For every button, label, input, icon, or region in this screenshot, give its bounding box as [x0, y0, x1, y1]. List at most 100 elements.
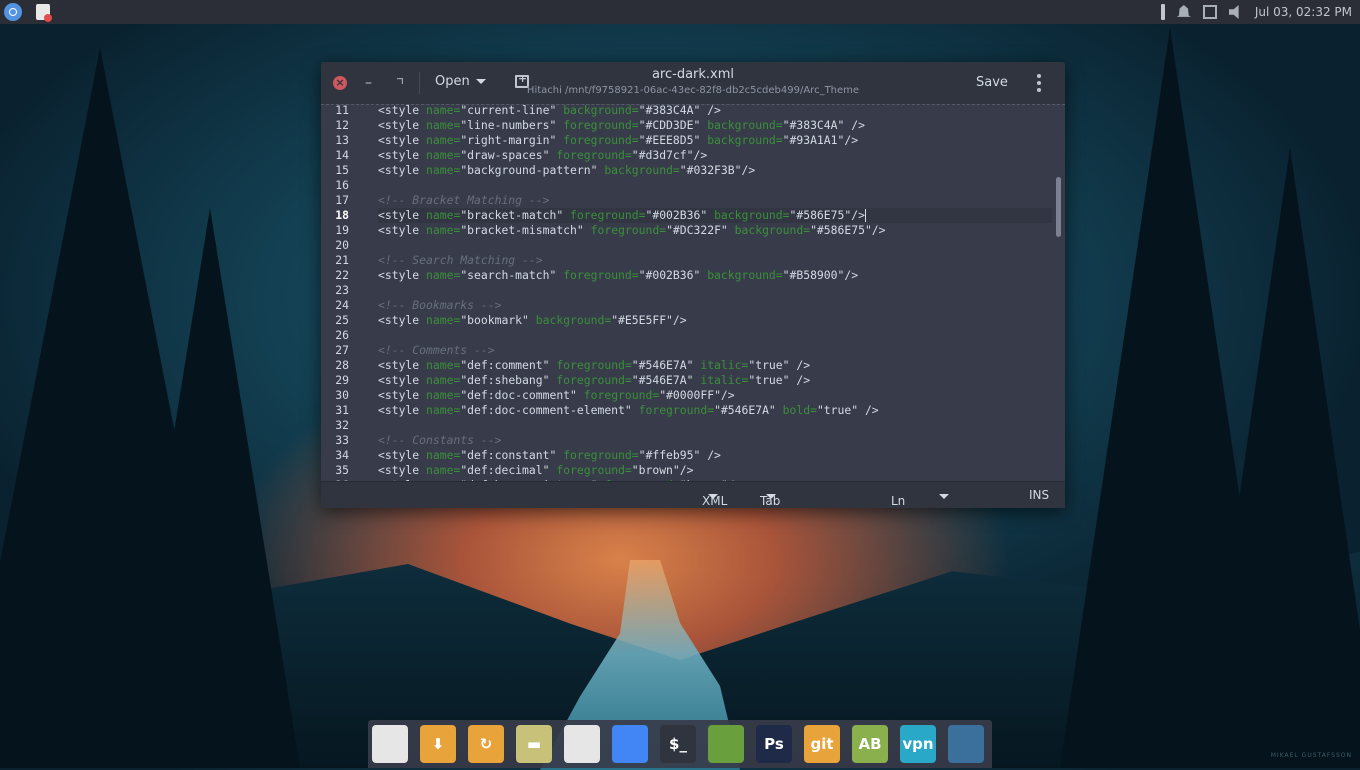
statusbar: XML Tab Width: 4 Ln 18, Col 76 INS — [321, 481, 1065, 508]
code-token: "def:comment" — [460, 358, 557, 372]
code-token: "#032F3B"/> — [679, 163, 756, 177]
code-line[interactable]: <style name="def:comment" foreground="#5… — [378, 358, 1052, 373]
code-line[interactable]: <!-- Search Matching --> — [378, 253, 1052, 268]
dock: ⬇ ↻ ▬ $_ Ps git AB vpn — [368, 720, 992, 768]
text-cursor — [864, 209, 866, 222]
code-token: foreground= — [556, 373, 632, 387]
menu-icon[interactable] — [1037, 74, 1041, 92]
code-line[interactable]: <style name="draw-spaces" foreground="#d… — [378, 148, 1052, 163]
code-line[interactable]: <style name="search-match" foreground="#… — [378, 268, 1052, 283]
code-line[interactable]: <style name="def:decimal" foreground="br… — [378, 463, 1052, 478]
code-line[interactable]: <style name="bracket-match" foreground="… — [378, 208, 1052, 223]
code-line[interactable] — [378, 238, 1052, 253]
line-number: 23 — [335, 283, 349, 297]
taskbar-app-icon[interactable] — [36, 4, 52, 22]
code-token: "def:shebang" — [460, 373, 557, 387]
code-line[interactable]: <style name="def:doc-comment-element" fo… — [378, 403, 1052, 418]
code-line[interactable]: <style name="def:shebang" foreground="#5… — [378, 373, 1052, 388]
line-number: 25 — [335, 313, 349, 327]
screenshot-icon[interactable] — [948, 725, 984, 763]
text-view[interactable]: 11 12 13 14 15 16 17 18 19 20 21 22 23 24 25 26 27 28 29 30… — [321, 104, 1065, 482]
code-token: italic= — [700, 358, 749, 372]
vertical-scrollbar[interactable] — [1056, 177, 1061, 237]
terminal-icon[interactable]: $_ — [660, 725, 696, 763]
code-line[interactable]: <style name="right-margin" foreground="#… — [378, 133, 1052, 148]
archive-manager-icon[interactable]: ▬ — [516, 725, 552, 763]
code-token: "bracket-match" — [460, 208, 571, 222]
code-line[interactable]: <style name="background-pattern" backgro… — [378, 163, 1052, 178]
code-token: <!-- Search Matching --> — [378, 253, 543, 267]
code-line[interactable]: <style name="bracket-mismatch" foregroun… — [378, 223, 1052, 238]
code-line[interactable]: <!-- Bookmarks --> — [378, 298, 1052, 313]
line-number: 30 — [335, 388, 349, 402]
app-menu-icon[interactable] — [4, 3, 22, 21]
code-line[interactable] — [378, 178, 1052, 193]
clock[interactable]: Jul 03, 02:32 PM — [1255, 5, 1352, 19]
code-line[interactable]: <!-- Bracket Matching --> — [378, 193, 1052, 208]
wallpaper-tree — [1200, 148, 1360, 768]
code-token: name= — [426, 358, 461, 372]
code-token: <style — [378, 448, 427, 462]
code-line[interactable]: <style name="def:doc-comment" foreground… — [378, 388, 1052, 403]
vpn-icon[interactable]: vpn — [900, 725, 936, 763]
code-line[interactable]: <style name="current-line" background="#… — [378, 104, 1052, 118]
code-token: <!-- Comments --> — [378, 343, 495, 357]
ab-icon[interactable]: AB — [852, 725, 888, 763]
code-token: "#93A1A1"/> — [782, 133, 859, 147]
android-studio-icon[interactable] — [708, 725, 744, 763]
window-subtitle: Hitachi /mnt/f9758921-06ac-43ec-82f8-db2… — [526, 85, 860, 96]
code-token: foreground= — [563, 133, 639, 147]
photoshop-icon[interactable]: Ps — [756, 725, 792, 763]
code-token: "#E5E5FF"/> — [611, 313, 687, 327]
code-line[interactable]: <style name="line-numbers" foreground="#… — [378, 118, 1052, 133]
code-token: "#383C4A" /> — [782, 118, 865, 132]
code-token: "#546E7A" — [631, 373, 701, 387]
code-token: <style — [378, 148, 427, 162]
code-token: foreground= — [563, 448, 639, 462]
code-token: name= — [426, 118, 461, 132]
code-token: background= — [563, 104, 639, 117]
code-token: "#546E7A" — [714, 403, 783, 417]
line-number: 12 — [335, 118, 349, 132]
line-number: 29 — [335, 373, 349, 387]
volume-icon[interactable] — [1228, 5, 1239, 19]
code-line[interactable]: <!-- Constants --> — [378, 433, 1052, 448]
code-line[interactable]: <style name="def:constant" foreground="#… — [378, 448, 1052, 463]
network-icon[interactable] — [1202, 5, 1217, 19]
window-title: arc-dark.xml — [651, 67, 735, 82]
insert-mode[interactable]: INS — [1029, 488, 1049, 502]
code-token: name= — [426, 463, 461, 477]
chrome-icon[interactable] — [612, 725, 648, 763]
sync-icon[interactable]: ↻ — [468, 725, 504, 763]
code-token: <style — [378, 208, 427, 222]
line-number: 27 — [335, 343, 349, 357]
code-token: name= — [426, 104, 461, 117]
code-line[interactable] — [378, 418, 1052, 433]
code-token: "#383C4A" /> — [638, 104, 721, 117]
code-line[interactable]: <style name="bookmark" background="#E5E5… — [378, 313, 1052, 328]
indicator-icon[interactable] — [1160, 4, 1165, 20]
code-line[interactable] — [378, 283, 1052, 298]
code-token: "draw-spaces" — [460, 148, 557, 162]
git-icon[interactable]: git — [804, 725, 840, 763]
code-area[interactable]: <style name="current-line" background="#… — [378, 104, 1052, 482]
save-button[interactable]: Save — [976, 75, 1008, 90]
code-token: <style — [378, 403, 427, 417]
code-line[interactable]: <!-- Comments --> — [378, 343, 1052, 358]
code-line[interactable] — [378, 328, 1052, 343]
wallpaper-tree — [120, 208, 300, 768]
code-token: <!-- Constants --> — [378, 433, 502, 447]
line-number: 19 — [335, 223, 349, 237]
text-editor-icon[interactable] — [564, 725, 600, 763]
code-token: background= — [707, 133, 783, 147]
line-number: 14 — [335, 148, 349, 162]
code-token: "line-numbers" — [460, 118, 564, 132]
notification-bell-icon[interactable] — [1176, 5, 1191, 17]
line-number: 13 — [335, 133, 349, 147]
downloader-icon[interactable]: ⬇ — [420, 725, 456, 763]
software-install-icon[interactable] — [372, 725, 408, 763]
code-token: <style — [378, 118, 427, 132]
line-number: 16 — [335, 178, 349, 192]
code-token: "def:doc-comment" — [460, 388, 584, 402]
code-token: "#B58900"/> — [782, 268, 859, 282]
